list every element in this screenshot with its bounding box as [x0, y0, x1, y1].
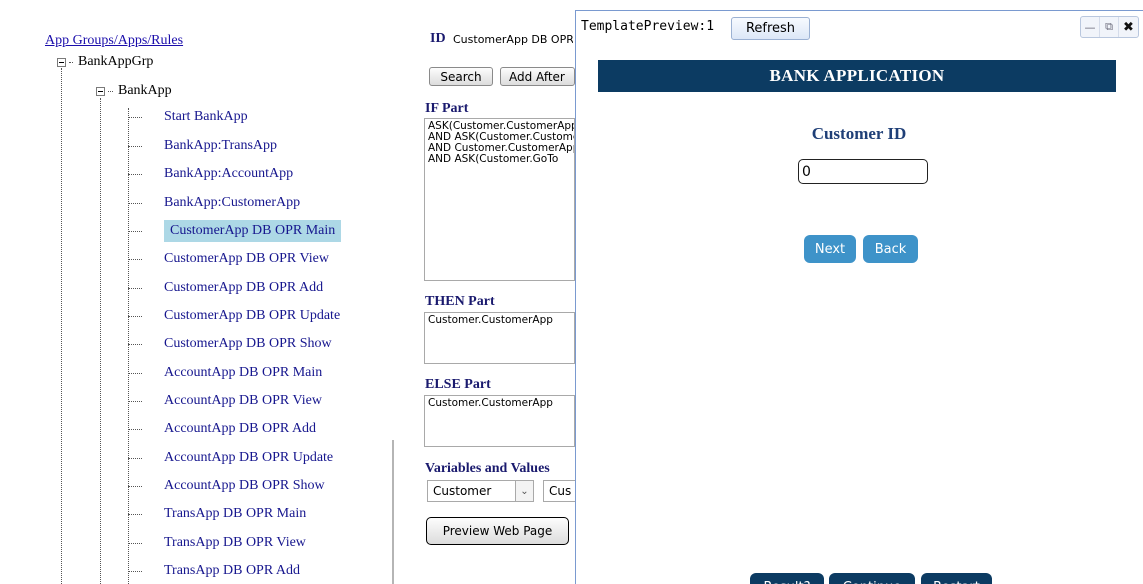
rule-item[interactable]: BankApp:TransApp [128, 135, 277, 157]
rule-item[interactable]: AccountApp DB OPR View [128, 390, 322, 412]
rule-item-label: TransApp DB OPR View [164, 535, 306, 550]
rule-item[interactable]: CustomerApp DB OPR Update [128, 305, 340, 327]
rule-item[interactable]: BankApp:AccountApp [128, 163, 293, 185]
tree-node-app[interactable]: BankApp [96, 83, 172, 99]
tree-scroll-divider [392, 440, 394, 584]
rule-item[interactable]: Start BankApp [128, 106, 248, 128]
tree-guide-line [61, 68, 62, 584]
rule-item-label: BankApp:TransApp [164, 138, 278, 153]
collapse-icon[interactable] [57, 57, 66, 67]
rule-item-label: CustomerApp DB OPR View [164, 251, 329, 266]
customer-id-input[interactable] [798, 159, 928, 184]
refresh-button[interactable]: Refresh [731, 17, 810, 40]
rule-item-label: BankApp:AccountApp [164, 166, 294, 181]
search-button[interactable]: Search [429, 67, 493, 86]
rule-item-label: TransApp DB OPR Main [164, 506, 307, 521]
rule-item[interactable]: TransApp DB OPR Main [128, 503, 306, 525]
rule-tree-panel: App Groups/Apps/Rules BankAppGrp BankApp… [0, 0, 415, 584]
tree-node-app-label: BankApp [118, 83, 172, 98]
rule-item[interactable]: AccountApp DB OPR Add [128, 418, 316, 440]
close-icon[interactable]: ✖ [1119, 17, 1138, 37]
variable-select[interactable]: Customer ⌄ [427, 480, 534, 502]
back-button[interactable]: Back [863, 235, 918, 263]
collapse-icon[interactable] [96, 86, 105, 96]
rule-item[interactable]: AccountApp DB OPR Update [128, 447, 333, 469]
chevron-down-icon[interactable]: ⌄ [515, 481, 533, 501]
add-after-button[interactable]: Add After [500, 67, 575, 86]
rule-item-label: CustomerApp DB OPR Add [164, 280, 324, 295]
preview-titlebar[interactable]: TemplatePreview:1 Refresh — ⧉ ✖ [576, 11, 1143, 41]
tree-guide-line [100, 98, 101, 584]
rule-item[interactable]: CustomerApp DB OPR Show [128, 333, 332, 355]
rule-item-label: BankApp:CustomerApp [164, 195, 301, 210]
rule-item[interactable]: AccountApp DB OPR Show [128, 475, 325, 497]
if-part-label: IF Part [425, 101, 469, 116]
rule-item-selected[interactable]: CustomerApp DB OPR Main [128, 220, 342, 242]
value-select[interactable]: Cus [543, 480, 575, 502]
tree-node-group[interactable]: BankAppGrp [57, 54, 153, 70]
rule-item[interactable]: BankApp:CustomerApp [128, 192, 300, 214]
rule-item-label: AccountApp DB OPR View [164, 393, 322, 408]
rule-editor-panel: ID CustomerApp DB OPR Main Search Add Af… [415, 0, 575, 584]
preview-web-page-button[interactable]: Preview Web Page [426, 517, 569, 545]
rule-id-value: CustomerApp DB OPR Main [453, 33, 573, 46]
value-select-value: Cus [549, 484, 572, 498]
result-button[interactable]: Result? [750, 573, 824, 584]
rule-item-label: AccountApp DB OPR Add [164, 421, 317, 436]
rule-item[interactable]: CustomerApp DB OPR View [128, 248, 329, 270]
rule-item[interactable]: TransApp DB OPR Add [128, 560, 300, 582]
rule-item-label: AccountApp DB OPR Show [164, 478, 325, 493]
tree-connector [69, 61, 73, 63]
then-part-label: THEN Part [425, 294, 495, 309]
tree-root-link[interactable]: App Groups/Apps/Rules [45, 33, 183, 49]
popout-icon[interactable]: ⧉ [1100, 17, 1119, 37]
rule-item-label: AccountApp DB OPR Main [164, 365, 323, 380]
template-preview-window: TemplatePreview:1 Refresh — ⧉ ✖ BANK APP… [575, 10, 1143, 584]
minimize-icon[interactable]: — [1081, 17, 1100, 37]
then-part-textarea[interactable]: Customer.CustomerApp [424, 312, 575, 364]
else-part-textarea[interactable]: Customer.CustomerApp [424, 395, 575, 447]
rule-item-label: TransApp DB OPR Add [164, 563, 301, 578]
rule-item[interactable]: AccountApp DB OPR Main [128, 362, 322, 384]
rule-item[interactable]: CustomerApp DB OPR Add [128, 277, 323, 299]
rule-item-label: Start BankApp [164, 109, 248, 124]
rule-item-label: CustomerApp DB OPR Show [164, 336, 332, 351]
rule-id-label: ID [430, 31, 446, 46]
variables-values-label: Variables and Values [425, 461, 550, 476]
window-controls: — ⧉ ✖ [1080, 16, 1139, 38]
rule-item[interactable]: TransApp DB OPR View [128, 532, 306, 554]
rule-item-label: CustomerApp DB OPR Update [164, 308, 341, 323]
preview-title: TemplatePreview:1 [581, 19, 715, 34]
tree-node-group-label: BankAppGrp [78, 54, 154, 69]
next-button[interactable]: Next [804, 235, 856, 263]
if-part-textarea[interactable]: ASK(Customer.CustomerApp AND ASK(Custome… [424, 118, 575, 281]
restart-button[interactable]: Restart [921, 573, 992, 584]
bank-application-header: BANK APPLICATION [598, 60, 1116, 92]
rule-item-label: CustomerApp DB OPR Main [164, 220, 342, 242]
tree-connector [108, 90, 113, 92]
variable-select-value: Customer [433, 484, 492, 498]
else-part-label: ELSE Part [425, 377, 491, 392]
continue-button[interactable]: Continue [829, 573, 915, 584]
rule-item-label: AccountApp DB OPR Update [164, 450, 334, 465]
customer-id-label: Customer ID [811, 124, 907, 143]
